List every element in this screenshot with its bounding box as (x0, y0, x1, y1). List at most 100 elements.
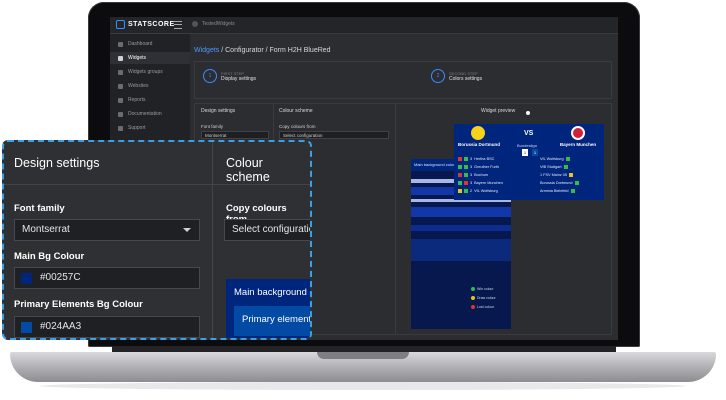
away-form-row: Arminia Bielefeld (540, 187, 575, 194)
sidebar-item-websites[interactable]: Websites (110, 80, 190, 92)
main-bg-colour-value: #00257C (40, 272, 81, 283)
sidebar-item-label: Widgets groups (128, 69, 163, 75)
breadcrumb-widgets-link[interactable]: Widgets (194, 47, 219, 54)
sidebar-item-label: Documentation (128, 111, 162, 117)
home-form-row: 3 Hertha BSC (458, 155, 494, 162)
design-settings-heading: Design settings (14, 156, 100, 170)
main-background-colour-sample[interactable]: Main background colour Primary elements (226, 279, 312, 338)
form-opponent: Hertha BSC (474, 156, 495, 161)
home-score: 1 (522, 149, 528, 156)
form-opponent: Borussia Dortmund (540, 180, 573, 185)
away-form-row: Borussia Dortmund (540, 179, 579, 186)
form-opponent: Arminia Bielefeld (540, 188, 569, 193)
account-icon[interactable] (192, 21, 198, 27)
win-badge-icon (458, 164, 462, 169)
colour-swatch[interactable] (21, 273, 32, 284)
form-score: 3 (470, 172, 473, 177)
configurator-steps: 1 FIRST STEP Display settings 2 SECOND ST… (194, 61, 612, 99)
away-team-crest-icon (571, 126, 585, 140)
step-colors-settings[interactable]: 2 SECOND STEP Colors settings (431, 69, 482, 83)
sidebar-item-reports[interactable]: Reports (110, 94, 190, 106)
sidebar-item-support[interactable]: Support (110, 122, 190, 134)
form-score: 3 (470, 180, 473, 185)
form-opponent: VfL Wolfsburg (474, 188, 498, 193)
colour-stripe (411, 225, 511, 231)
primary-elements-colour-sample[interactable]: Primary elements (234, 306, 312, 336)
main-background-label: Main background colour (234, 287, 310, 298)
chevron-down-icon (183, 228, 191, 232)
win-colour-label: Win colour (477, 287, 494, 291)
header-divider (4, 184, 310, 185)
group-icon (118, 69, 123, 75)
book-icon (118, 111, 123, 117)
form-score: 2 (470, 188, 473, 193)
design-settings-heading: Design settings (201, 108, 236, 114)
step-display-settings[interactable]: 1 FIRST STEP Display settings (203, 69, 256, 83)
colour-swatch[interactable] (21, 322, 32, 333)
win-badge-icon (574, 180, 579, 185)
win-badge-icon (563, 164, 568, 169)
draw-badge-icon (458, 188, 462, 193)
hamburger-menu-icon[interactable] (174, 21, 182, 29)
main-bg-colour-label: Main Bg Colour (14, 251, 85, 262)
lost-badge-icon (458, 156, 462, 161)
font-family-select[interactable]: Montserrat (201, 131, 269, 139)
colour-scheme-heading: Colour scheme (279, 108, 313, 114)
form-score: 3 (470, 156, 473, 161)
primary-elements-bg-label: Primary Elements Bg Colour (14, 299, 143, 310)
h2h-widget-preview: Borussia Dortmund VS Bundesliga Bayern M… (454, 124, 604, 200)
copy-colours-select[interactable]: Select configuration (279, 131, 389, 139)
home-icon (118, 41, 123, 47)
font-family-select[interactable]: Montserrat (14, 219, 200, 241)
sidebar-item-widgets[interactable]: Widgets (110, 52, 190, 64)
form-opponent: 1 FSV Mainz 05 (540, 172, 568, 177)
font-family-label: Font family (14, 203, 65, 214)
step-caption: SECOND STEP (449, 70, 478, 76)
laptop-shadow (40, 382, 686, 390)
lost-colour-legend[interactable]: Lost colour (471, 305, 494, 309)
sidebar-item-label: Widgets (128, 55, 147, 61)
main-bg-colour-input[interactable]: #00257C (14, 267, 200, 289)
home-form-row: 3 Greuther Furth (458, 163, 499, 170)
font-family-value: Montserrat (22, 224, 70, 235)
sidebar-item-label: Websites (128, 83, 149, 89)
copy-colours-value: Select configuration (232, 224, 312, 235)
away-form-row: 1 FSV Mainz 05 (540, 171, 574, 178)
win-badge-icon (464, 172, 468, 177)
sidebar-item-documentation[interactable]: Documentation (110, 108, 190, 120)
form-opponent: VfB Stuttgart (540, 164, 562, 169)
account-name[interactable]: TestedWidgets (202, 21, 235, 27)
breadcrumb-rest: / Configurator / Form H2H BlueRed (219, 47, 331, 54)
draw-colour-legend[interactable]: Draw colour (471, 296, 496, 300)
lost-badge-icon (464, 180, 468, 185)
win-colour-legend[interactable]: Win colour (471, 287, 494, 291)
top-bar: STATSCORE TestedWidgets (110, 17, 618, 34)
form-opponent: Bayern Munchen (474, 180, 503, 185)
primary-elements-label: Primary elements (242, 314, 312, 325)
lost-badge-icon (458, 172, 462, 177)
home-team-crest-icon (471, 126, 485, 140)
sidebar-item-widgets-groups[interactable]: Widgets groups (110, 66, 190, 78)
zoomed-settings-callout: Design settings Colour scheme Font famil… (2, 140, 312, 340)
brand-logo[interactable]: STATSCORE (116, 20, 175, 29)
primary-elements-bg-input[interactable]: #024AA3 (14, 316, 200, 338)
draw-badge-icon (569, 172, 574, 177)
home-form-row: 3 Bayern Munchen (458, 179, 503, 186)
league-name: Bundesliga (517, 143, 537, 148)
win-dot-icon (471, 287, 475, 291)
home-team-name: Borussia Dortmund (458, 142, 501, 147)
copy-colours-select[interactable]: Select configuration (224, 219, 312, 241)
form-opponent: VfL Wolfsburg (540, 156, 564, 161)
home-form-row: 3 Bochum (458, 171, 488, 178)
primary-elements-bg-value: #024AA3 (40, 321, 82, 332)
form-score: 3 (470, 164, 473, 169)
form-opponent: Bochum (474, 172, 489, 177)
chart-icon (118, 97, 123, 103)
column-divider (212, 142, 213, 338)
sidebar-item-dashboard[interactable]: Dashboard (110, 38, 190, 50)
step-label: Display settings (221, 75, 257, 82)
draw-dot-icon (471, 296, 475, 300)
copy-colours-label: Copy colours from (279, 124, 316, 129)
font-family-label: Font family (201, 124, 224, 129)
laptop-notch (317, 352, 409, 359)
